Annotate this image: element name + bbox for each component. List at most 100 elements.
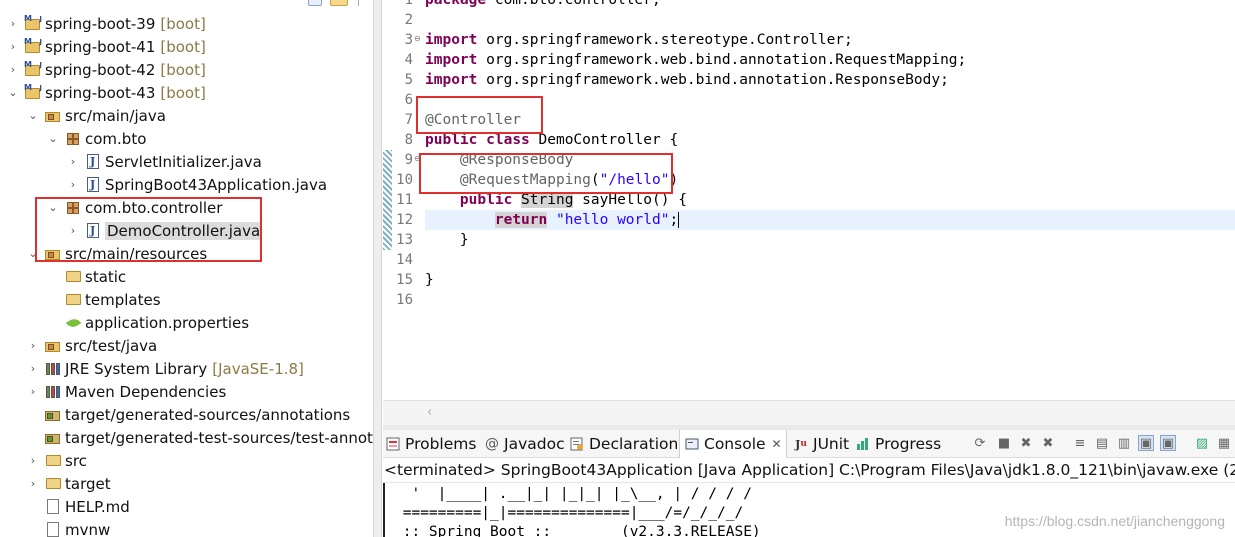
bottom-panel: Problems @ Javadoc Declaration Console ✕… — [383, 430, 1235, 537]
code-area[interactable]: package com.bto.controller; import org.s… — [416, 0, 1235, 400]
tree-item-application-properties[interactable]: application.properties — [0, 311, 373, 334]
word-wrap-icon[interactable]: ▥ — [1116, 435, 1132, 451]
line-number: 15 — [396, 272, 413, 288]
occurrence-highlight: String — [521, 192, 574, 208]
tree-item-spring-boot-42[interactable]: › MJ spring-boot-42 [boot] — [0, 58, 373, 81]
remove-launch-icon[interactable]: ⟳ — [972, 435, 988, 451]
pin-console-icon[interactable]: ▨ — [1194, 435, 1210, 451]
tree-item-mvnw[interactable]: mvnw — [0, 518, 373, 537]
display-selected-console-icon[interactable]: ▦ — [1216, 435, 1232, 451]
chevron-right-icon[interactable]: › — [66, 224, 80, 237]
close-icon[interactable]: ✕ — [772, 437, 782, 451]
tree-item-maven-dependencies[interactable]: › Maven Dependencies — [0, 380, 373, 403]
tab-javadoc[interactable]: @ Javadoc — [484, 430, 565, 458]
tree-item-target[interactable]: › target — [0, 472, 373, 495]
tree-item-generated-test-sources[interactable]: target/generated-test-sources/test-annot — [0, 426, 373, 449]
sash-splitter[interactable] — [373, 0, 382, 537]
scroll-left-icon[interactable]: ‹ — [427, 405, 432, 420]
console-output[interactable]: ' |____| .__|_| |_|_| |_\__, | / / / / =… — [383, 482, 1235, 537]
tree-item-templates[interactable]: templates — [0, 288, 373, 311]
chevron-right-icon[interactable]: › — [6, 40, 20, 53]
remove-all-terminated-icon[interactable]: ✖ — [1040, 435, 1056, 451]
chevron-right-icon[interactable]: › — [6, 63, 20, 76]
keyword: public — [425, 132, 478, 148]
chevron-right-icon[interactable]: › — [26, 362, 40, 375]
chevron-down-icon[interactable]: ⌄ — [6, 86, 20, 99]
tree-item-help-md[interactable]: HELP.md — [0, 495, 373, 518]
tree-item-label: spring-boot-41 — [45, 37, 156, 56]
show-console-on-stdout-icon[interactable]: ▣ — [1138, 435, 1154, 451]
generated-source-folder-icon — [44, 406, 62, 424]
console-line: =========|_|==============|___/=/_/_/_/ — [394, 505, 744, 521]
code-line-13: } — [425, 230, 469, 250]
scroll-lock-icon[interactable]: ▤ — [1094, 435, 1110, 451]
console-line: :: Spring Boot :: (v2.3.3.RELEASE) — [394, 524, 761, 537]
tree-item-spring-boot-41[interactable]: › MJ spring-boot-41 [boot] — [0, 35, 373, 58]
file-icon — [44, 498, 62, 516]
tree-item-spring-boot-39[interactable]: › MJ spring-boot-39 [boot] — [0, 12, 373, 35]
tree-item-label: HELP.md — [65, 497, 130, 516]
tree-item-spring-boot-43[interactable]: ⌄ MJ spring-boot-43 [boot] — [0, 81, 373, 104]
tree-item-static[interactable]: static — [0, 265, 373, 288]
chevron-right-icon[interactable]: › — [66, 178, 80, 191]
tab-declaration[interactable]: Declaration — [569, 430, 678, 458]
line-number: 2 — [404, 12, 413, 28]
chevron-down-icon[interactable]: ⌄ — [46, 132, 60, 145]
tab-problems[interactable]: Problems — [385, 430, 476, 458]
tree-item-springboot43application[interactable]: › J SpringBoot43Application.java — [0, 173, 373, 196]
chevron-down-icon[interactable]: ⌄ — [46, 201, 60, 214]
chevron-right-icon[interactable]: › — [6, 17, 20, 30]
clear-console-icon[interactable]: ≡ — [1072, 435, 1088, 451]
code-line-15: } — [425, 270, 434, 290]
code-line-9: @ResponseBody — [425, 150, 574, 170]
tree-item-demo-controller[interactable]: › J DemoController.java — [0, 219, 373, 242]
collapse-all-icon[interactable] — [308, 0, 322, 6]
package-icon — [64, 199, 82, 217]
tree-item-label: SpringBoot43Application.java — [105, 175, 328, 194]
terminate-icon[interactable]: ■ — [996, 435, 1012, 451]
code-line-3: import org.springframework.stereotype.Co… — [425, 30, 853, 50]
tree-item-src-main-resources[interactable]: ⌄ src/main/resources — [0, 242, 373, 265]
line-number: 7 — [404, 112, 413, 128]
line-number: 16 — [396, 292, 413, 308]
tab-label: JUnit — [813, 435, 850, 453]
explorer-toolbar — [300, 0, 373, 8]
chevron-right-icon[interactable]: › — [26, 477, 40, 490]
tree-item-label: ServletInitializer.java — [105, 152, 262, 171]
tree-item-src-test-java[interactable]: › src/test/java — [0, 334, 373, 357]
code-line-10: @RequestMapping("/hello") — [425, 170, 678, 190]
tree-item-src-main-java[interactable]: ⌄ src/main/java — [0, 104, 373, 127]
tab-junit[interactable]: Ju JUnit — [793, 430, 849, 458]
chevron-down-icon[interactable]: ⌄ — [26, 109, 40, 122]
chevron-right-icon[interactable]: › — [26, 385, 40, 398]
tree-item-com-bto-controller[interactable]: ⌄ com.bto.controller — [0, 196, 373, 219]
tab-console[interactable]: Console ✕ — [679, 430, 787, 458]
boot-decoration: [boot] — [160, 83, 206, 102]
chevron-right-icon[interactable]: › — [66, 155, 80, 168]
horizontal-scrollbar[interactable]: ‹ — [383, 400, 1235, 425]
code-line-8: public class DemoController { — [425, 130, 678, 150]
tree-item-servlet-initializer[interactable]: › J ServletInitializer.java — [0, 150, 373, 173]
tab-progress[interactable]: Progress — [855, 430, 941, 458]
remove-launch-x-icon[interactable]: ✖ — [1018, 435, 1034, 451]
tree-item-com-bto[interactable]: ⌄ com.bto — [0, 127, 373, 150]
code-line-4: import org.springframework.web.bind.anno… — [425, 50, 966, 70]
problems-icon — [385, 436, 401, 452]
link-with-editor-icon[interactable] — [330, 0, 348, 6]
java-editor[interactable]: 1 2 3 ⊖ 4 5 6 7 8 9 ⊖ 10 11 12 13 14 15 … — [383, 0, 1235, 425]
tree-item-generated-sources[interactable]: target/generated-sources/annotations — [0, 403, 373, 426]
show-console-on-stderr-icon[interactable]: ▣ — [1160, 435, 1176, 451]
tree-item-label: com.bto — [85, 129, 147, 148]
declaration-icon — [569, 436, 585, 452]
tree-item-jre-system-library[interactable]: › JRE System Library [JavaSE-1.8] — [0, 357, 373, 380]
tree-item-src[interactable]: › src — [0, 449, 373, 472]
tree-item-label: src — [65, 451, 87, 470]
folder-icon — [64, 291, 82, 309]
line-number-gutter: 1 2 3 ⊖ 4 5 6 7 8 9 ⊖ 10 11 12 13 14 15 … — [383, 0, 423, 400]
fold-collapse-icon[interactable]: ⊖ — [414, 150, 421, 170]
chevron-right-icon[interactable]: › — [26, 339, 40, 352]
fold-collapse-icon[interactable]: ⊖ — [414, 30, 421, 50]
chevron-down-icon[interactable]: ⌄ — [26, 247, 40, 260]
line-number: 12 — [396, 212, 413, 228]
chevron-right-icon[interactable]: › — [26, 454, 40, 467]
